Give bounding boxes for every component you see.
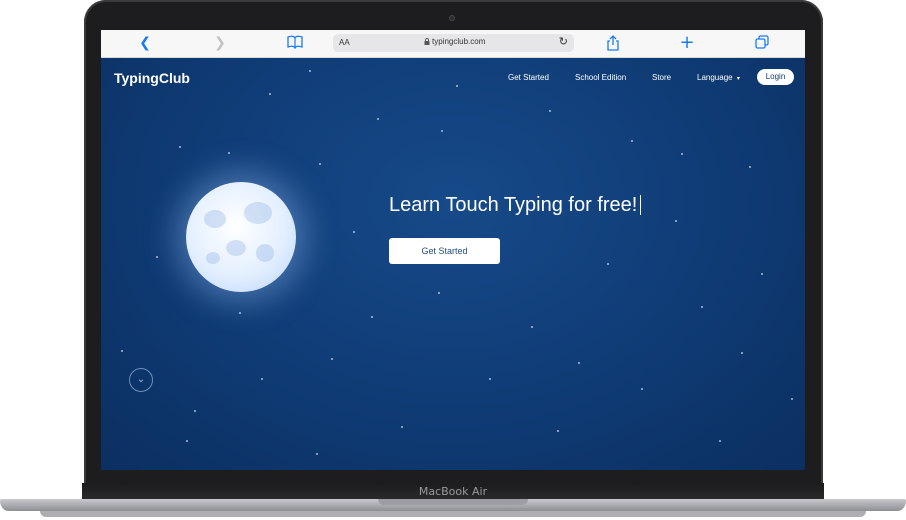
moon-crater: [256, 244, 274, 262]
tabs-button[interactable]: [754, 35, 770, 51]
star: [377, 118, 379, 120]
address-bar[interactable]: AA typingclub.com ↻: [333, 34, 574, 52]
star: [791, 398, 793, 400]
lid-notch: [378, 499, 528, 505]
safari-toolbar: ❮ ❯ AA typingclub.com ↻ +: [101, 30, 805, 58]
star: [269, 93, 271, 95]
star: [456, 85, 458, 87]
nav-school-edition[interactable]: School Edition: [575, 73, 626, 82]
moon-crater: [226, 240, 246, 256]
laptop-base: MacBook Air: [0, 483, 906, 520]
back-button[interactable]: ❮: [137, 35, 153, 51]
hero-headline-text: Learn Touch Typing for free!: [389, 194, 638, 216]
star: [179, 146, 181, 148]
book-icon: [287, 35, 303, 50]
star: [719, 440, 721, 442]
star: [557, 430, 559, 432]
screen-chin: MacBook Air: [82, 483, 824, 500]
star: [309, 70, 311, 72]
lock-icon: [424, 38, 430, 45]
star: [531, 326, 533, 328]
star: [681, 153, 683, 155]
text-size-button[interactable]: AA: [339, 38, 350, 47]
laptop-shadow: [40, 511, 866, 517]
star: [316, 453, 318, 455]
star: [549, 110, 551, 112]
star: [371, 316, 373, 318]
star: [121, 350, 123, 352]
star: [239, 312, 241, 314]
typingclub-page: TypingClub Get Started School Edition St…: [101, 58, 805, 470]
forward-button[interactable]: ❯: [212, 35, 228, 51]
star: [438, 292, 440, 294]
moon-crater: [206, 252, 220, 264]
star: [186, 440, 188, 442]
nav-language-label: Language: [697, 73, 733, 82]
login-button[interactable]: Login: [757, 69, 794, 85]
star: [701, 306, 703, 308]
star: [607, 263, 609, 265]
star: [489, 378, 491, 380]
star: [749, 166, 751, 168]
chevron-down-icon: ⌄: [136, 374, 146, 385]
star: [741, 352, 743, 354]
moon-illustration: [186, 182, 296, 292]
star: [156, 256, 158, 258]
share-button[interactable]: [605, 35, 621, 51]
star: [631, 140, 633, 142]
url-text: typingclub.com: [432, 37, 486, 46]
webcam: [449, 15, 455, 21]
hero-headline: Learn Touch Typing for free!: [389, 194, 642, 217]
star: [401, 426, 403, 428]
new-tab-button[interactable]: +: [679, 34, 695, 52]
moon-crater: [204, 210, 226, 228]
model-label: MacBook Air: [418, 485, 488, 498]
star: [761, 273, 763, 275]
star: [441, 130, 443, 132]
laptop-screen: ❮ ❯ AA typingclub.com ↻ + TypingClub Get…: [101, 30, 805, 470]
tabs-icon: [755, 35, 769, 49]
star: [261, 378, 263, 380]
typingclub-logo[interactable]: TypingClub: [114, 70, 190, 86]
moon-crater: [244, 202, 272, 224]
star: [331, 358, 333, 360]
bookmarks-button[interactable]: [287, 35, 303, 51]
star: [578, 362, 580, 364]
star: [194, 410, 196, 412]
nav-language[interactable]: Language ▾: [697, 73, 740, 82]
star: [228, 152, 230, 154]
nav-store[interactable]: Store: [652, 73, 671, 82]
reload-icon[interactable]: ↻: [559, 35, 568, 48]
typing-caret: [640, 195, 642, 215]
star: [353, 231, 355, 233]
scroll-down-button[interactable]: ⌄: [129, 368, 153, 392]
share-icon: [607, 35, 619, 51]
hero-get-started-button[interactable]: Get Started: [389, 238, 500, 264]
nav-get-started[interactable]: Get Started: [508, 73, 549, 82]
star: [675, 220, 677, 222]
star: [641, 388, 643, 390]
caret-down-icon: ▾: [736, 76, 740, 82]
star: [319, 163, 321, 165]
